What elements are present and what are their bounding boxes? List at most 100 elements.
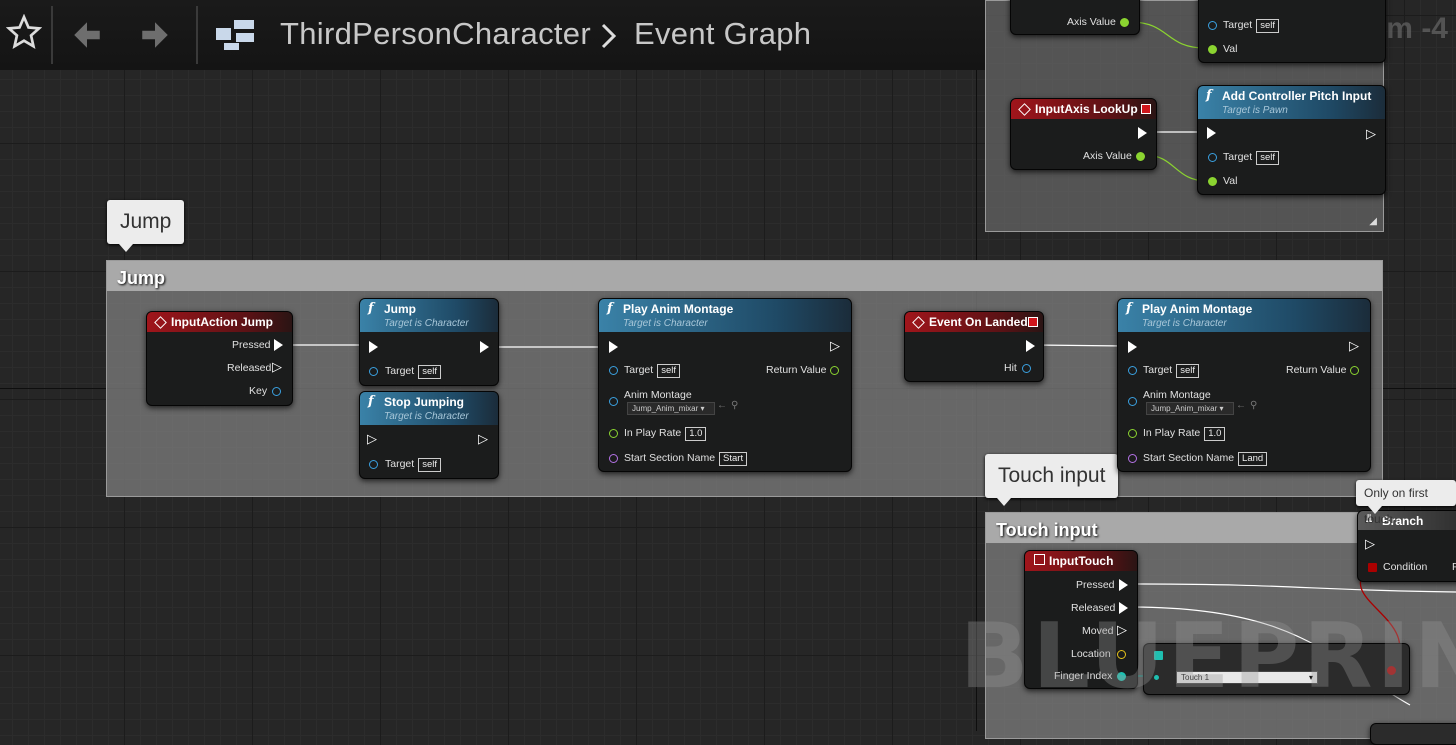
node-title: Play Anim Montage [1142,302,1253,316]
key-label: Key [249,385,268,397]
node-header: f Jump Target is Character [360,299,498,332]
axis-value-pin[interactable] [1120,18,1129,27]
node-header: InputTouch [1025,551,1137,571]
return-value-label: Return Value [1286,364,1347,376]
browse-search-icon[interactable]: ⚲ [1250,400,1257,411]
forward-arrow-icon[interactable] [138,18,172,57]
return-value-pin[interactable] [1350,366,1359,375]
inputaction-jump-node[interactable]: InputAction Jump Pressed Released ▷ Key [146,311,293,406]
exec-out-pin[interactable]: ▷ [478,431,488,447]
blueprint-graph-icon[interactable] [214,18,258,57]
target-label: Target self [624,364,680,378]
exec-out-pin[interactable]: ▷ [1349,338,1359,354]
target-pin[interactable] [369,367,378,376]
node-subtitle: Target is Character [1142,318,1227,329]
anim-montage-pin[interactable] [609,397,618,406]
first-touch-bubble[interactable]: Only on first touch [1356,480,1456,526]
add-yaw-node-partial[interactable]: Target self Val [1198,0,1386,63]
breadcrumb-blueprint[interactable]: ThirdPersonCharacter [280,16,591,52]
add-pitch-input-node[interactable]: f Add Controller Pitch Input Target is Paw… [1197,85,1386,195]
exec-in-pin[interactable] [369,341,378,353]
exec-in-pin[interactable] [1207,127,1216,139]
node-title: InputAction Jump [171,315,273,329]
star-icon[interactable] [5,13,43,55]
node-header: f Stop Jumping Target is Character [360,392,498,425]
target-label: Target self [1223,19,1279,33]
axis-value-pin[interactable] [1136,152,1145,161]
released-exec-pin[interactable]: ▷ [272,359,282,375]
exec-in-pin[interactable]: ▷ [367,431,377,447]
start-section-pin[interactable] [609,454,618,463]
target-pin[interactable] [609,366,618,375]
target-label: Target self [1143,364,1199,378]
target-label: Target self [385,365,441,379]
node-subtitle: Target is Character [384,318,469,329]
exec-in-pin[interactable] [609,341,618,353]
exec-out-pin[interactable] [1026,340,1035,352]
val-label: Val [1223,175,1238,187]
val-label: Val [1223,43,1238,55]
val-pin[interactable] [1208,45,1217,54]
hit-pin[interactable] [1022,364,1031,373]
target-pin[interactable] [369,460,378,469]
exec-out-pin[interactable] [480,341,489,353]
play-anim-montage-node-2[interactable]: f Play Anim Montage Target is Character ▷ … [1117,298,1371,472]
back-arrow-icon[interactable] [70,18,104,57]
inputaxis-lookup-node[interactable]: InputAxis LookUp Axis Value [1010,98,1157,170]
exec-out-pin[interactable]: ▷ [830,338,840,354]
offscreen-node-partial[interactable] [1370,723,1456,745]
target-pin[interactable] [1128,366,1137,375]
return-value-label: Return Value [766,364,827,376]
val-pin[interactable] [1208,177,1217,186]
play-rate-input[interactable]: 1.0 [1204,427,1226,441]
return-value-pin[interactable] [830,366,839,375]
browse-search-icon[interactable]: ⚲ [731,400,738,411]
condition-pin[interactable] [1368,563,1377,572]
node-header: f Play Anim Montage Target is Character [1118,299,1370,332]
node-header: f Play Anim Montage Target is Character [599,299,851,332]
pressed-label: Pressed [232,339,271,351]
event-on-landed-node[interactable]: Event On Landed Hit [904,311,1044,382]
exec-in-pin[interactable] [1128,341,1137,353]
key-pin[interactable] [272,387,281,396]
target-pin[interactable] [1208,21,1217,30]
exec-out-pin[interactable] [1138,127,1147,139]
anim-montage-pin[interactable] [1128,397,1137,406]
toolbar-separator [51,6,53,64]
touch-icon [1034,554,1045,565]
blueprint-watermark: BLUEPRINT [960,604,1456,709]
node-title: Stop Jumping [384,395,464,409]
play-rate-input[interactable]: 1.0 [685,427,707,441]
lookup-axis-node-partial[interactable]: Axis Value [1010,0,1140,35]
delegate-pin[interactable] [1028,317,1038,327]
anim-montage-label: Anim Montage [624,389,692,401]
play-rate-pin[interactable] [609,429,618,438]
node-subtitle: Target is Pawn [1222,105,1288,116]
start-section-pin[interactable] [1128,454,1137,463]
use-asset-arrow-icon[interactable]: ← [1236,400,1246,411]
pressed-exec-pin[interactable] [1119,579,1128,591]
jump-function-node[interactable]: f Jump Target is Character Target self [359,298,499,386]
exec-in-pin[interactable]: ▷ [1365,536,1375,552]
anim-montage-dropdown[interactable]: Jump_Anim_mixar ▾ [1146,402,1234,415]
pressed-exec-pin[interactable] [274,339,283,351]
event-diamond-icon [154,316,167,329]
function-icon: f [1126,301,1132,316]
stop-jumping-node[interactable]: f Stop Jumping Target is Character ▷ ▷ Tar… [359,391,499,479]
released-label: Released [227,362,272,374]
node-title: InputTouch [1049,554,1114,568]
condition-label: Condition [1383,561,1428,573]
anim-montage-dropdown[interactable]: Jump_Anim_mixar ▾ [627,402,715,415]
play-anim-montage-node[interactable]: f Play Anim Montage Target is Character ▷ … [598,298,852,472]
breadcrumb-graph[interactable]: Event Graph [634,16,811,52]
start-section-input[interactable]: Land [1238,452,1268,466]
play-rate-pin[interactable] [1128,429,1137,438]
use-asset-arrow-icon[interactable]: ← [717,400,727,411]
toolbar-separator [196,6,198,64]
start-section-label: Start Section Name Land [1143,452,1268,466]
node-subtitle: Target is Character [623,318,708,329]
node-header: InputAction Jump [147,312,292,332]
target-pin[interactable] [1208,153,1217,162]
start-section-input[interactable]: Start [719,452,748,466]
delegate-pin[interactable] [1141,104,1151,114]
